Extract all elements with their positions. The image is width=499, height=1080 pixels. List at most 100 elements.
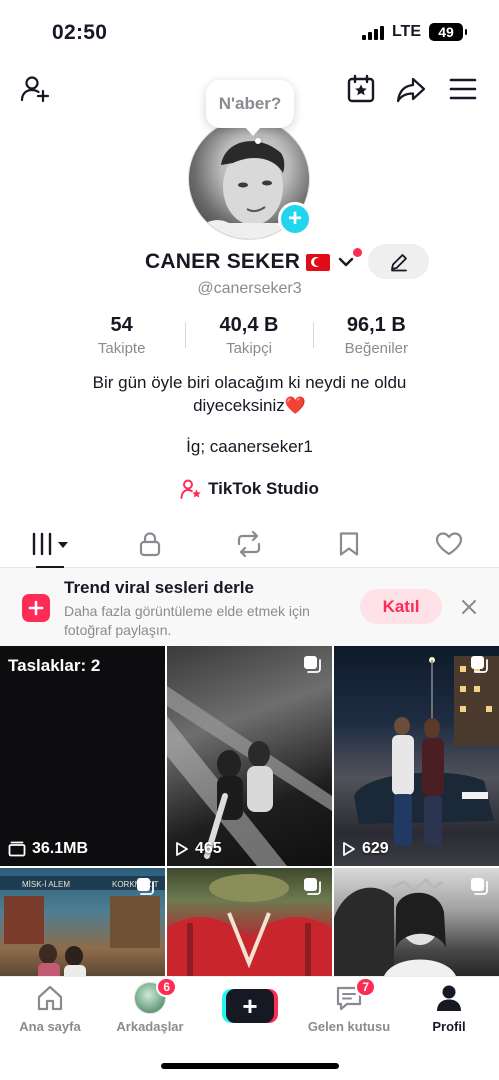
folder-icon <box>8 841 26 857</box>
signal-icon <box>361 24 384 40</box>
status-bar: 02:50 LTE 49 <box>0 0 499 64</box>
sign-text-left: MİSK-İ ALEM <box>22 880 70 889</box>
heart-icon <box>435 531 463 555</box>
bio-line: diyeceksiniz❤️ <box>193 396 306 415</box>
join-button[interactable]: Katıl <box>360 589 442 624</box>
nav-profile-label: Profil <box>432 1019 466 1034</box>
multi-photo-icon <box>471 656 488 673</box>
stat-followers[interactable]: 40,4 B Takipçi <box>185 314 312 362</box>
video-tile[interactable]: MİSK-İ ALEM KORKMAZ T <box>0 868 165 976</box>
tab-videos[interactable] <box>0 520 100 568</box>
status-time: 02:50 <box>52 21 108 44</box>
profile-icon <box>432 981 466 1015</box>
note-bubble-text: N'aber? <box>218 94 282 113</box>
photo-plus-icon <box>22 594 50 622</box>
stat-value: 54 <box>110 314 133 336</box>
share-profile-button[interactable] <box>394 72 428 106</box>
nav-friends[interactable]: 6 Arkadaşlar <box>100 977 200 1037</box>
tiktok-studio-label: TikTok Studio <box>208 479 319 498</box>
menu-button[interactable] <box>446 72 480 106</box>
stat-following[interactable]: 54 Takipte <box>58 314 185 362</box>
notification-dot <box>353 248 363 257</box>
person-add-icon <box>20 76 50 103</box>
multi-photo-icon <box>137 878 154 895</box>
nav-home-label: Ana sayfa <box>19 1019 81 1034</box>
video-thumbnail <box>167 686 332 866</box>
view-count: 465 <box>175 840 222 858</box>
add-friend-button[interactable] <box>18 72 52 106</box>
add-avatar-button[interactable]: + <box>278 202 312 236</box>
calendar-star-icon <box>347 74 375 103</box>
drafts-size-value: 36.1MB <box>32 840 89 857</box>
stat-value: 96,1 B <box>346 314 406 336</box>
edit-profile-button[interactable] <box>368 244 429 279</box>
status-indicators: LTE 49 <box>361 23 467 41</box>
banner-title: Trend viral sesleri derle <box>64 578 254 597</box>
stat-label: Takipçi <box>226 340 272 357</box>
play-icon <box>343 842 355 856</box>
drafts-tile[interactable]: Taslaklar: 2 36.1MB <box>0 646 165 866</box>
nav-inbox[interactable]: 7 Gelen kutusu <box>299 977 399 1037</box>
profile-avatar-container[interactable]: + <box>188 118 312 240</box>
nav-home[interactable]: Ana sayfa <box>0 981 100 1037</box>
profile-stats: 54 Takipte 40,4 B Takipçi 96,1 B Beğenil… <box>58 314 440 362</box>
profile-name-row[interactable]: CANER SEKER <box>145 248 363 276</box>
video-tile[interactable] <box>167 868 332 976</box>
tiktok-studio-link[interactable]: TikTok Studio <box>0 478 499 500</box>
account-switch-chevron[interactable] <box>336 248 363 272</box>
banner-description: Daha fazla görüntüleme elde etmek için f… <box>64 603 310 638</box>
nav-profile[interactable]: Profil <box>399 981 499 1037</box>
multi-photo-icon <box>471 878 488 895</box>
grid-icon <box>31 532 68 555</box>
note-bubble[interactable]: N'aber? <box>206 80 294 136</box>
video-tile[interactable]: 629 <box>334 646 499 866</box>
create-button[interactable]: + <box>222 989 278 1023</box>
stat-likes[interactable]: 96,1 B Beğeniler <box>312 314 440 362</box>
stat-label: Beğeniler <box>344 340 409 357</box>
view-count-value: 465 <box>195 840 222 857</box>
calendar-button[interactable] <box>344 72 378 106</box>
tab-saved[interactable] <box>299 520 399 567</box>
tab-liked[interactable] <box>399 520 499 567</box>
inbox-icon: 7 <box>332 977 376 1015</box>
multi-photo-icon <box>304 878 321 895</box>
stat-label: Takipte <box>97 340 146 357</box>
turkey-flag-icon <box>306 253 331 271</box>
inbox-badge: 7 <box>355 977 376 997</box>
repost-icon <box>238 530 261 557</box>
video-grid: Taslaklar: 2 36.1MB 465 629 MİSK-İ ALEM … <box>0 646 499 976</box>
pencil-icon <box>390 253 407 271</box>
battery-level: 49 <box>438 24 454 40</box>
stat-value: 40,4 B <box>219 314 279 336</box>
profile-name: CANER SEKER <box>145 250 301 273</box>
nav-friends-label: Arkadaşlar <box>116 1019 184 1034</box>
home-indicator <box>161 1063 339 1069</box>
video-thumbnail <box>354 656 499 846</box>
profile-username: @canerseker3 <box>197 280 302 297</box>
profile-tabs <box>0 520 499 568</box>
person-star-icon <box>180 479 201 499</box>
share-arrow-icon <box>396 77 426 103</box>
network-type: LTE <box>391 23 421 40</box>
tab-private[interactable] <box>100 520 200 567</box>
bio-line: Bir gün öyle biri olacağım ki neydi ne o… <box>92 373 407 392</box>
video-tile[interactable]: 465 <box>167 646 332 866</box>
view-count-value: 629 <box>362 840 389 857</box>
video-tile[interactable] <box>334 868 499 976</box>
home-icon <box>33 981 67 1015</box>
plus-icon: + <box>226 989 274 1023</box>
tab-reposts[interactable] <box>200 520 300 567</box>
hamburger-menu-icon <box>449 78 477 100</box>
close-banner-button[interactable] <box>458 596 480 618</box>
friends-badge: 6 <box>156 977 177 997</box>
trend-banner[interactable]: Trend viral sesleri derle Daha fazla gör… <box>0 568 499 646</box>
nav-inbox-label: Gelen kutusu <box>307 1019 391 1034</box>
drafts-size: 36.1MB <box>8 840 88 858</box>
play-icon <box>176 842 188 856</box>
friends-avatar-wrap: 6 <box>133 977 177 1015</box>
profile-bio: Bir gün öyle biri olacağım ki neydi ne o… <box>0 371 499 417</box>
multi-photo-icon <box>304 656 321 673</box>
bio-instagram: İg; caanerseker1 <box>186 437 313 456</box>
view-count: 629 <box>342 840 389 858</box>
bookmark-icon <box>340 531 359 556</box>
